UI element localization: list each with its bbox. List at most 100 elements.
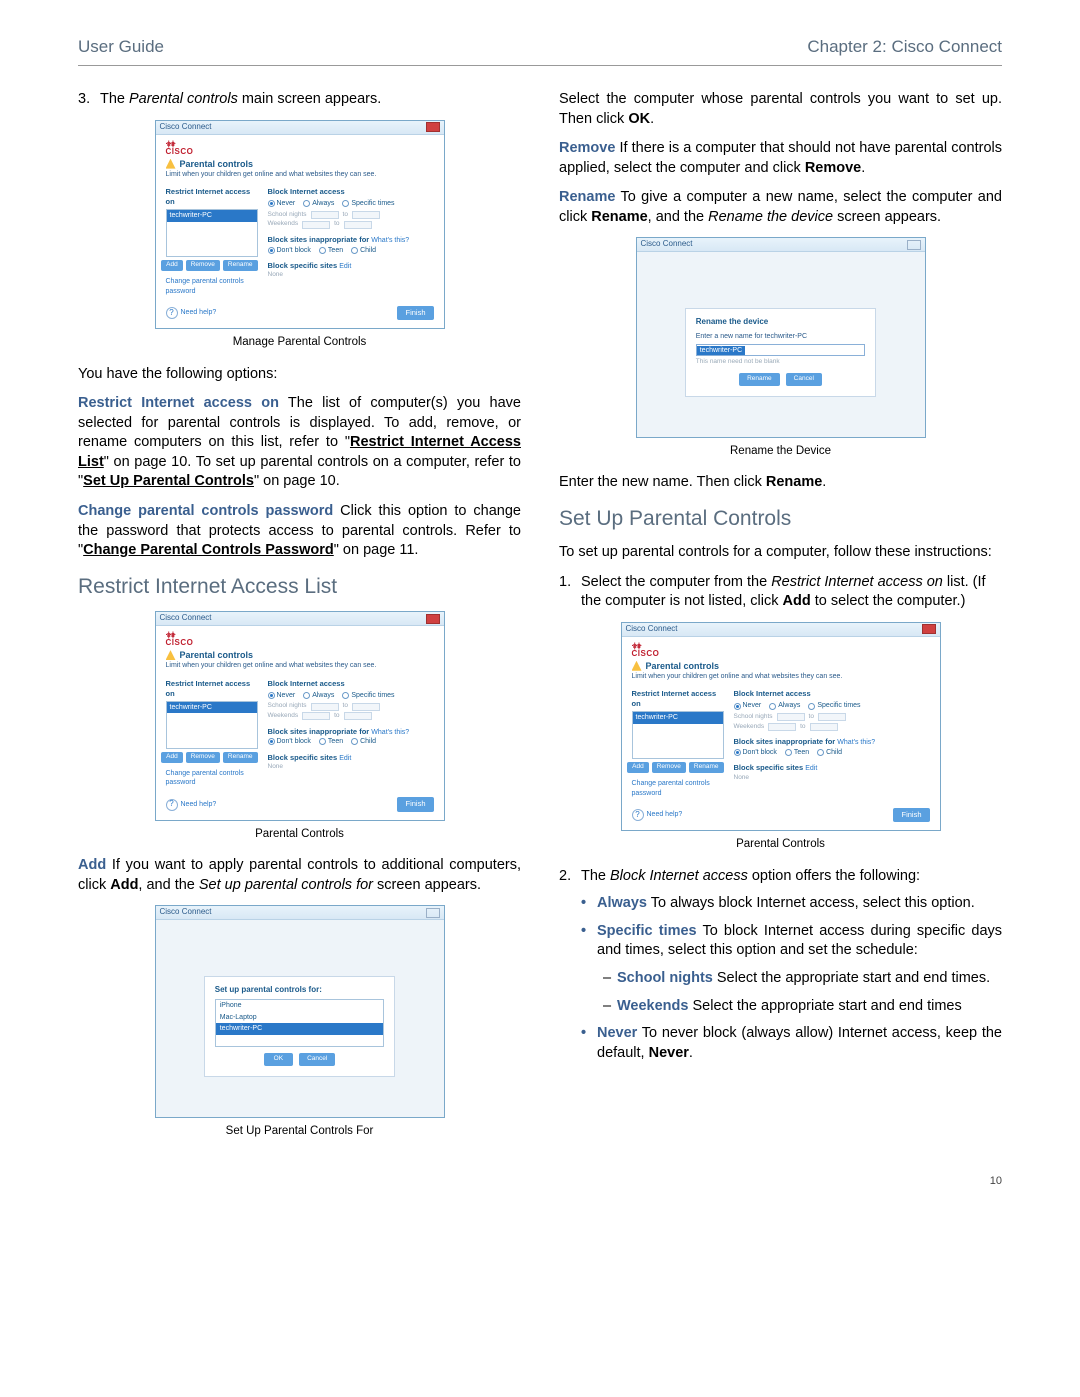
- radio-always[interactable]: Always: [303, 199, 334, 208]
- time-select[interactable]: [352, 211, 380, 219]
- rename-button[interactable]: Rename: [223, 260, 258, 271]
- edit-link[interactable]: Edit: [339, 263, 351, 270]
- finish-button[interactable]: Finish: [893, 808, 929, 822]
- computer-listbox[interactable]: techwriter-PC: [632, 711, 724, 759]
- cisco-logo: ·ı|ı·ı|ı·CISCO: [632, 643, 930, 658]
- radio-specific[interactable]: Specific times: [342, 199, 394, 208]
- cisco-logo: ·ı|ı·ı|ı·CISCO: [166, 632, 434, 647]
- rename-button[interactable]: Rename: [689, 762, 724, 773]
- change-password-link[interactable]: Change parental controls password: [166, 277, 258, 296]
- figure-parental-main: Cisco Connect ·ı|ı·ı|ı· CISCO Parental c…: [155, 120, 445, 330]
- help-icon: ?: [632, 809, 644, 821]
- finish-button[interactable]: Finish: [397, 306, 433, 320]
- add-button[interactable]: Add: [161, 260, 183, 271]
- help-icon: ?: [166, 307, 178, 319]
- close-icon[interactable]: [907, 240, 921, 250]
- panel-heading: Parental controls: [166, 158, 434, 170]
- warning-icon: [166, 650, 176, 660]
- remove-button[interactable]: Remove: [186, 752, 220, 763]
- dash-weekends: – Weekends Select the appropriate start …: [559, 997, 1002, 1017]
- computer-listbox[interactable]: techwriter-PC: [166, 701, 258, 749]
- radio-teen[interactable]: Teen: [319, 246, 343, 255]
- change-password-link[interactable]: Change parental controls password: [632, 779, 724, 798]
- header-right: Chapter 2: Cisco Connect: [807, 36, 1002, 59]
- finish-button[interactable]: Finish: [397, 797, 433, 811]
- radio-never[interactable]: Never: [268, 691, 296, 700]
- radio-never[interactable]: Never: [734, 701, 762, 710]
- header-rule: [78, 65, 1002, 66]
- dialog-title: Rename the device: [696, 317, 866, 328]
- figure-parental-controls-2: Cisco Connect ·ı|ı·ı|ı·CISCO Parental co…: [155, 611, 445, 821]
- computer-listbox[interactable]: techwriter-PC: [166, 209, 258, 257]
- setup-intro: To set up parental controls for a comput…: [559, 543, 1002, 563]
- add-button[interactable]: Add: [627, 762, 649, 773]
- figure-caption: Manage Parental Controls: [78, 335, 521, 351]
- step-3: 3. The Parental controls main screen app…: [78, 90, 521, 110]
- time-select[interactable]: [302, 221, 330, 229]
- options-intro: You have the following options:: [78, 365, 521, 385]
- cancel-button[interactable]: Cancel: [299, 1053, 335, 1066]
- help-link[interactable]: ?Need help?: [166, 307, 217, 319]
- radio-specific[interactable]: Specific times: [808, 701, 860, 710]
- list-item[interactable]: Mac-Laptop: [216, 1012, 384, 1023]
- list-item[interactable]: techwriter-PC: [167, 210, 257, 221]
- para-add: Add If you want to apply parental contro…: [78, 856, 521, 895]
- figure-rename-device: Cisco Connect Rename the device Enter a …: [636, 237, 926, 437]
- link-change-password[interactable]: Change Parental Controls Password: [83, 542, 334, 558]
- warning-icon: [166, 159, 176, 169]
- section-restrict-list: Restrict Internet Access List: [78, 573, 521, 601]
- figure-caption: Parental Controls: [559, 837, 1002, 853]
- figure-setup-for: Cisco Connect Set up parental controls f…: [155, 905, 445, 1118]
- close-icon[interactable]: [426, 908, 440, 918]
- panel-subtitle: Limit when your children get online and …: [166, 170, 434, 179]
- radio-child[interactable]: Child: [351, 246, 376, 255]
- bullet-never: • Never To never block (always allow) In…: [559, 1024, 1002, 1063]
- window-titlebar: Cisco Connect: [156, 121, 444, 135]
- radio-always[interactable]: Always: [769, 701, 800, 710]
- help-link[interactable]: ?Need help?: [166, 799, 217, 811]
- list-item[interactable]: iPhone: [216, 1000, 384, 1011]
- help-link[interactable]: ?Need help?: [632, 809, 683, 821]
- name-input[interactable]: techwriter-PC: [696, 344, 866, 356]
- para-select-computer: Select the computer whose parental contr…: [559, 90, 1002, 129]
- block-label: Block Internet access: [268, 187, 434, 197]
- para-restrict: Restrict Internet access on The list of …: [78, 394, 521, 492]
- list-item[interactable]: techwriter-PC: [167, 702, 257, 713]
- para-change-password: Change parental controls password Click …: [78, 502, 521, 561]
- dialog-title: Set up parental controls for:: [215, 985, 385, 996]
- screenshot-rename: Cisco Connect Rename the device Enter a …: [636, 237, 926, 437]
- close-icon[interactable]: [922, 624, 936, 634]
- bullet-specific: • Specific times To block Internet acces…: [559, 922, 1002, 961]
- link-setup-parental[interactable]: Set Up Parental Controls: [83, 473, 254, 489]
- list-item[interactable]: techwriter-PC: [633, 712, 723, 723]
- close-icon[interactable]: [426, 614, 440, 624]
- rename-button[interactable]: Rename: [739, 373, 780, 386]
- cancel-button[interactable]: Cancel: [786, 373, 822, 386]
- rename-button[interactable]: Rename: [223, 752, 258, 763]
- remove-button[interactable]: Remove: [652, 762, 686, 773]
- remove-button[interactable]: Remove: [186, 260, 220, 271]
- para-rename: Rename To give a computer a new name, se…: [559, 188, 1002, 227]
- radio-always[interactable]: Always: [303, 691, 334, 700]
- bullet-always: • Always To always block Internet access…: [559, 894, 1002, 914]
- change-password-link[interactable]: Change parental controls password: [166, 769, 258, 788]
- radio-dont-block[interactable]: Don't block: [268, 246, 311, 255]
- add-button[interactable]: Add: [161, 752, 183, 763]
- header-left: User Guide: [78, 36, 164, 59]
- screenshot-parental-2: Cisco Connect ·ı|ı·ı|ı·CISCO Parental co…: [155, 611, 445, 821]
- radio-specific[interactable]: Specific times: [342, 691, 394, 700]
- right-column: Select the computer whose parental contr…: [559, 90, 1002, 1154]
- radio-never[interactable]: Never: [268, 199, 296, 208]
- dash-school: – School nights Select the appropriate s…: [559, 969, 1002, 989]
- time-select[interactable]: [344, 221, 372, 229]
- restrict-label: Restrict Internet access on: [166, 187, 258, 207]
- figure-caption: Rename the Device: [559, 444, 1002, 460]
- ok-button[interactable]: OK: [264, 1053, 293, 1066]
- device-listbox[interactable]: iPhone Mac-Laptop techwriter-PC: [215, 999, 385, 1047]
- time-select[interactable]: [311, 211, 339, 219]
- list-item[interactable]: techwriter-PC: [216, 1023, 384, 1034]
- close-icon[interactable]: [426, 122, 440, 132]
- whats-this-link[interactable]: What's this?: [371, 237, 409, 244]
- figure-parental-controls-3: Cisco Connect ·ı|ı·ı|ı·CISCO Parental co…: [621, 622, 941, 832]
- screenshot-parental-3: Cisco Connect ·ı|ı·ı|ı·CISCO Parental co…: [621, 622, 941, 832]
